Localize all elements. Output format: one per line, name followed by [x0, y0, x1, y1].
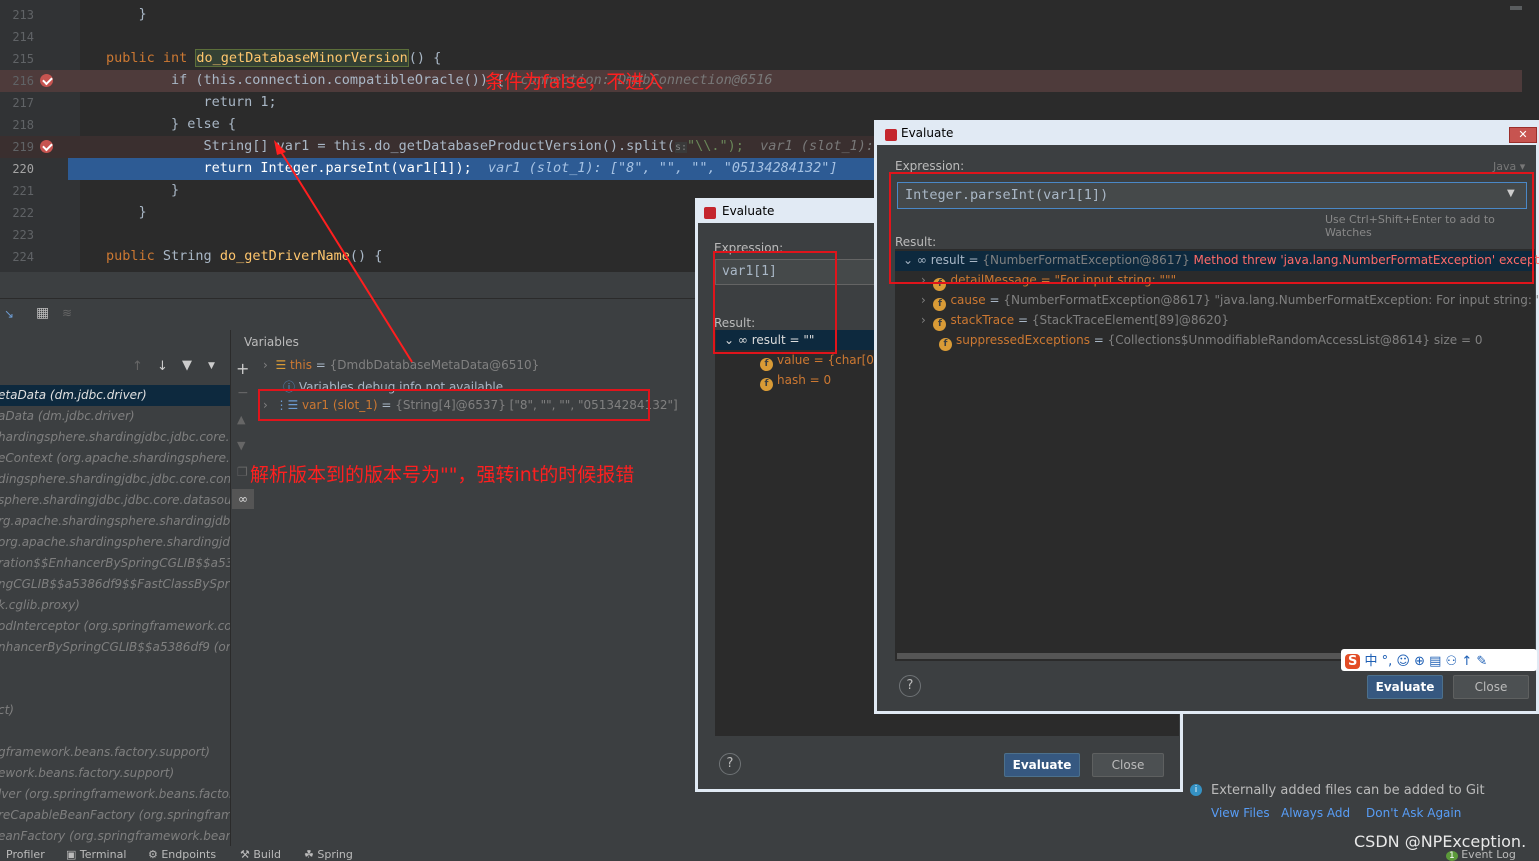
evaluate-dialog-large[interactable]: Evaluate ✕ Expression: Java ▾ Integer.pa…: [874, 120, 1539, 714]
result-value-row[interactable]: f value = {char[0]@: [760, 353, 891, 371]
tab-endpoints[interactable]: ⚙ Endpoints: [148, 848, 216, 861]
horizontal-scrollbar[interactable]: [897, 653, 1347, 659]
detail-row[interactable]: › f detailMessage = "For input string: ""…: [921, 273, 1176, 291]
git-notification[interactable]: i Externally added files can be added to…: [1183, 776, 1539, 832]
history-dropdown-icon[interactable]: ▼: [1507, 188, 1515, 199]
watch-icon: ∞: [916, 253, 927, 267]
expression-label: Expression:: [895, 159, 965, 173]
notification-text: Externally added files can be added to G…: [1211, 783, 1485, 798]
dialog-title: Evaluate: [877, 123, 1536, 145]
watermark: CSDN @NPException.: [1354, 832, 1527, 851]
result-row[interactable]: ⌄ ∞ result = "": [724, 333, 814, 347]
suppressed-row[interactable]: f suppressedExceptions = {Collections$Unm…: [939, 333, 1482, 351]
close-button[interactable]: Close: [1092, 753, 1164, 777]
expression-input[interactable]: Integer.parseInt(var1[1]): [897, 182, 1527, 209]
idea-logo-icon: [885, 129, 897, 141]
result-label: Result:: [895, 235, 937, 249]
field-icon: f: [760, 378, 773, 391]
field-icon: f: [760, 358, 773, 371]
stacktrace-row[interactable]: › f stackTrace = {StackTraceElement[89]@8…: [921, 313, 1229, 331]
chevron-down-icon: ⌄: [724, 333, 735, 347]
view-files-link[interactable]: View Files: [1211, 806, 1270, 820]
chevron-right-icon: ›: [921, 313, 926, 327]
dont-ask-link[interactable]: Don't Ask Again: [1366, 806, 1461, 820]
tab-spring[interactable]: ☘ Spring: [304, 848, 353, 861]
evaluate-button[interactable]: Evaluate: [1004, 753, 1080, 777]
field-icon: f: [933, 298, 947, 311]
field-icon: f: [933, 278, 947, 291]
tab-build[interactable]: ⚒ Build: [240, 848, 281, 861]
watch-icon: ∞: [737, 333, 748, 347]
chevron-down-icon: ⌄: [903, 253, 914, 267]
result-hash-row[interactable]: f hash = 0: [760, 373, 831, 391]
chevron-right-icon: ›: [921, 273, 926, 287]
watches-hint: Use Ctrl+Shift+Enter to add to Watches: [1325, 213, 1495, 239]
field-icon: f: [933, 318, 947, 331]
evaluate-button[interactable]: Evaluate: [1367, 675, 1443, 699]
always-add-link[interactable]: Always Add: [1281, 806, 1350, 820]
tab-profiler[interactable]: Profiler: [6, 848, 45, 861]
close-window-button[interactable]: ✕: [1509, 127, 1537, 143]
help-button[interactable]: ?: [719, 753, 741, 775]
language-selector[interactable]: Java ▾: [1493, 160, 1525, 173]
close-button[interactable]: Close: [1453, 675, 1529, 699]
bottom-tool-tabs: Profiler ▣ Terminal ⚙ Endpoints ⚒ Build …: [0, 846, 1539, 861]
chevron-right-icon: ›: [921, 293, 926, 307]
help-button[interactable]: ?: [899, 675, 921, 697]
expression-label: Expression:: [714, 241, 784, 255]
info-icon: i: [1190, 784, 1202, 796]
result-row[interactable]: ⌄ ∞ result = {NumberFormatException@8617…: [903, 253, 1539, 267]
field-icon: f: [939, 338, 952, 351]
expression-input[interactable]: var1[1]: [715, 259, 885, 285]
tab-terminal[interactable]: ▣ Terminal: [66, 848, 126, 861]
idea-logo-icon: [704, 207, 716, 219]
ime-toolbar[interactable]: S 中 °, ☺ ⊕ ▤ ⚇ ↑ ✎: [1341, 649, 1537, 671]
cause-row[interactable]: › f cause = {NumberFormatException@8617} …: [921, 293, 1539, 311]
result-label: Result:: [714, 316, 756, 330]
